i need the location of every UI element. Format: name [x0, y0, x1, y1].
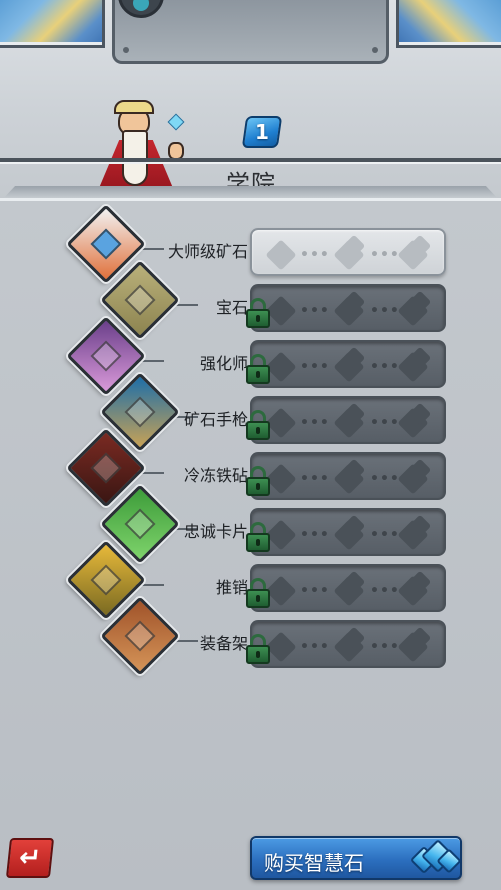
floating-gem-icon	[167, 113, 185, 131]
upgrade-row[interactable]: 大师级矿石 ••• •••	[0, 204, 501, 284]
progress-step-icon	[265, 631, 297, 663]
stained-glass-window-right	[396, 0, 501, 48]
upgrade-emblem	[124, 284, 156, 316]
bolt-icon	[123, 47, 129, 53]
upgrade-emblem	[124, 508, 156, 540]
upgrade-row[interactable]: 矿石手枪 ••• •••	[0, 372, 501, 452]
progress-dots: •••	[370, 415, 400, 431]
progress-dots: •••	[300, 471, 330, 487]
upgrade-progress-bar[interactable]: ••• •••	[250, 340, 446, 388]
progress-dots: •••	[370, 471, 400, 487]
progress-dots: •••	[300, 247, 330, 263]
upgrade-row[interactable]: 强化师 ••• •••	[0, 316, 501, 396]
upgrade-emblem	[90, 452, 122, 484]
upgrade-emblem	[90, 228, 122, 260]
lock-icon	[246, 410, 270, 440]
progress-dots: •••	[370, 639, 400, 655]
upgrade-label: 推销	[215, 578, 248, 597]
scholar-character	[88, 100, 198, 200]
buy-button-label: 购买智慧石	[264, 851, 364, 875]
lock-icon	[246, 298, 270, 328]
progress-step-icon	[265, 519, 297, 551]
back-arrow-icon: ↵	[17, 843, 43, 873]
progress-dots: •••	[370, 527, 400, 543]
progress-step-icon	[265, 407, 297, 439]
progress-step-icon	[265, 295, 297, 327]
progress-dots: •••	[300, 583, 330, 599]
progress-step-icon	[265, 463, 297, 495]
lock-icon	[246, 466, 270, 496]
lock-icon	[246, 578, 270, 608]
upgrade-progress-bar[interactable]: ••• •••	[250, 508, 446, 556]
progress-dots: •••	[300, 359, 330, 375]
lock-icon	[246, 354, 270, 384]
upgrade-label: 大师级矿石	[167, 242, 248, 261]
character-hair	[114, 100, 154, 114]
progress-step-icon	[265, 575, 297, 607]
wisdom-stone-icon	[409, 839, 462, 878]
progress-step-icon	[265, 239, 297, 271]
upgrade-label: 忠诚卡片	[183, 522, 248, 541]
upgrade-progress-bar[interactable]: ••• •••	[250, 564, 446, 612]
upgrade-emblem	[90, 564, 122, 596]
level-number: 1	[255, 120, 269, 144]
progress-dots: •••	[370, 303, 400, 319]
upgrade-label: 冷冻铁砧	[183, 466, 248, 485]
bolt-icon	[372, 47, 378, 53]
upgrade-row[interactable]: 宝石 ••• •••	[0, 260, 501, 340]
lock-icon	[246, 634, 270, 664]
lock-icon	[246, 522, 270, 552]
progress-dots: •••	[370, 247, 400, 263]
progress-dots: •••	[300, 639, 330, 655]
upgrade-progress-bar[interactable]: ••• •••	[250, 228, 446, 276]
upgrade-emblem	[124, 620, 156, 652]
upgrade-row[interactable]: 忠诚卡片 ••• •••	[0, 484, 501, 564]
progress-step-icon	[265, 351, 297, 383]
upgrade-row[interactable]: 冷冻铁砧 ••• •••	[0, 428, 501, 508]
upgrade-label: 强化师	[199, 354, 248, 373]
upgrade-progress-bar[interactable]: ••• •••	[250, 284, 446, 332]
progress-dots: •••	[300, 303, 330, 319]
progress-dots: •••	[300, 527, 330, 543]
upgrade-row[interactable]: 推销 ••• •••	[0, 540, 501, 620]
upgrade-label: 装备架	[199, 634, 248, 653]
upgrade-progress-bar[interactable]: ••• •••	[250, 452, 446, 500]
progress-dots: •••	[300, 415, 330, 431]
back-button[interactable]: ↵	[5, 838, 55, 878]
level-badge: 1	[241, 116, 283, 148]
top-banner: 1 学院	[0, 0, 501, 200]
buy-wisdom-stone-button[interactable]: 购买智慧石	[250, 836, 462, 880]
upgrade-emblem	[124, 396, 156, 428]
upgrade-progress-bar[interactable]: ••• •••	[250, 396, 446, 444]
progress-dots: •••	[370, 359, 400, 375]
upgrade-label: 宝石	[215, 298, 248, 317]
upgrade-label: 矿石手枪	[183, 410, 248, 429]
upgrade-progress-bar[interactable]: ••• •••	[250, 620, 446, 668]
upgrade-emblem	[90, 340, 122, 372]
progress-dots: •••	[370, 583, 400, 599]
upgrade-row[interactable]: 装备架 ••• •••	[0, 596, 501, 676]
stained-glass-window-left	[0, 0, 105, 48]
